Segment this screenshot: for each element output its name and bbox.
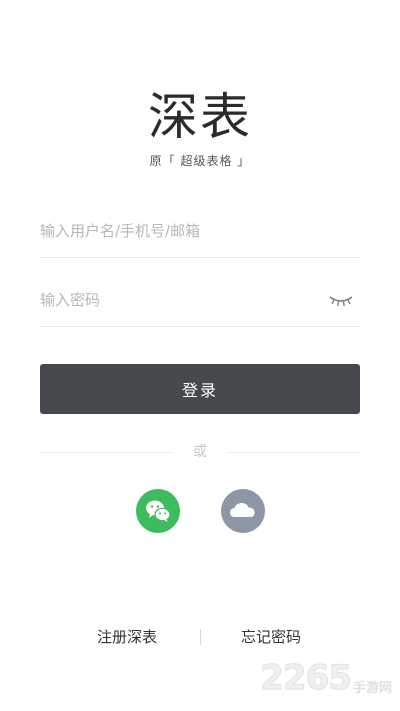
watermark-text: 手游网 — [352, 680, 392, 696]
divider-line-right — [227, 452, 360, 453]
links-separator — [200, 629, 201, 645]
register-link[interactable]: 注册深表 — [97, 626, 157, 647]
watermark-number: 2265 — [260, 658, 353, 699]
or-divider: 或 — [40, 444, 360, 460]
bottom-links: 注册深表 忘记密码 — [0, 626, 400, 648]
cloud-login-button[interactable] — [221, 489, 265, 533]
logo-wordmark: 深表 — [148, 88, 252, 146]
wechat-login-button[interactable] — [136, 489, 180, 533]
username-field — [40, 206, 360, 258]
forgot-password-link[interactable]: 忘记密码 — [241, 626, 301, 647]
password-input[interactable] — [40, 275, 320, 325]
cloud-icon — [230, 503, 255, 517]
app-logo: 深表 原「 超级表格 」 — [0, 86, 400, 169]
wechat-icon — [146, 500, 171, 522]
login-button[interactable]: 登录 — [40, 364, 360, 414]
password-field — [40, 275, 360, 327]
eye-closed-icon[interactable] — [328, 291, 354, 309]
site-watermark: 2265 手游网 — [260, 658, 392, 699]
username-input[interactable] — [40, 206, 320, 256]
logo-subtitle: 原「 超级表格 」 — [149, 154, 251, 168]
